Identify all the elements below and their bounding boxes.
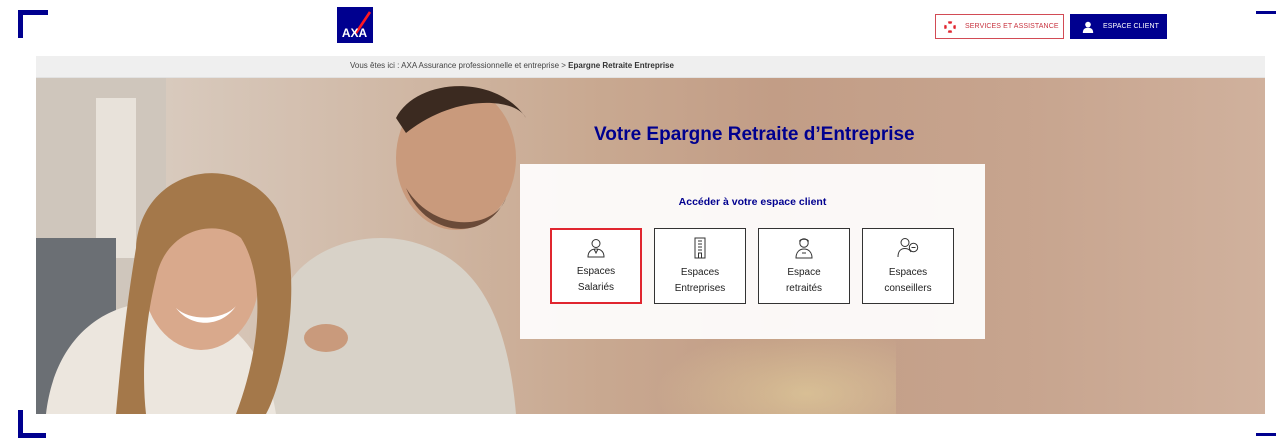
retiree-icon — [795, 238, 813, 259]
services-assistance-button[interactable]: SERVICES ET ASSISTANCE — [935, 14, 1064, 39]
tile-espaces-salaries[interactable]: Espaces Salariés — [550, 228, 642, 304]
tile-label-entreprises: Espaces Entreprises — [655, 265, 745, 297]
tile-label-retraites: Espace retraités — [759, 265, 849, 297]
lifebuoy-icon — [944, 20, 956, 33]
tile-label-conseillers-line1: Espaces — [888, 267, 928, 278]
tile-espaces-conseillers[interactable]: Espaces conseillers — [862, 228, 954, 304]
tile-label-retraites-line1: Espace — [787, 267, 821, 278]
logo-text: AXA — [342, 26, 368, 40]
frame-corner-top-left-vertical — [18, 10, 23, 38]
breadcrumb-current: Epargne Retraite Entreprise — [568, 61, 674, 70]
card-title: Accéder à votre espace client — [678, 196, 827, 208]
axa-logo[interactable]: AXA — [337, 7, 373, 43]
frame-corner-bottom-right — [1256, 433, 1276, 436]
tile-label-salaries-line1: Espaces — [576, 266, 616, 277]
tile-label-retraites-line2: retraités — [785, 283, 823, 294]
client-access-card: Accéder à votre espace client Espaces Sal… — [520, 164, 985, 339]
tile-label-entreprises-line1: Espaces — [680, 267, 720, 278]
tile-label-conseillers-line2: conseillers — [884, 283, 932, 294]
breadcrumb-prefix: Vous êtes ici : — [350, 61, 402, 70]
tile-label-salaries: Espaces Salariés — [552, 264, 640, 296]
axa-logo-mark: AXA — [337, 7, 373, 43]
hero-title: Votre Epargne Retraite d’Entreprise — [594, 124, 915, 145]
breadcrumb: Vous êtes ici : AXA Assurance profession… — [350, 61, 674, 70]
building-icon — [694, 237, 706, 259]
tile-label-entreprises-line2: Entreprises — [674, 283, 726, 294]
frame-corner-top-right — [1256, 11, 1276, 14]
hero-banner: Votre Epargne Retraite d’Entreprise Accé… — [36, 78, 1265, 414]
breadcrumb-link-parent[interactable]: AXA Assurance professionnelle et entrepr… — [401, 61, 559, 70]
tile-espace-retraites[interactable]: Espace retraités — [758, 228, 850, 304]
espace-client-button[interactable]: ESPACE CLIENT — [1070, 14, 1167, 39]
frame-corner-bottom-left-vertical — [18, 410, 23, 438]
tile-espaces-entreprises[interactable]: Espaces Entreprises — [654, 228, 746, 304]
advisor-icon — [897, 238, 919, 258]
breadcrumb-separator: > — [559, 61, 569, 70]
tile-label-conseillers: Espaces conseillers — [863, 265, 953, 297]
services-assistance-label: SERVICES ET ASSISTANCE — [965, 23, 1059, 30]
user-icon — [1082, 21, 1094, 33]
employee-icon — [587, 239, 605, 258]
tile-label-salaries-line2: Salariés — [577, 282, 615, 293]
breadcrumb-bar: Vous êtes ici : AXA Assurance profession… — [36, 56, 1265, 78]
espace-client-label: ESPACE CLIENT — [1103, 23, 1160, 30]
